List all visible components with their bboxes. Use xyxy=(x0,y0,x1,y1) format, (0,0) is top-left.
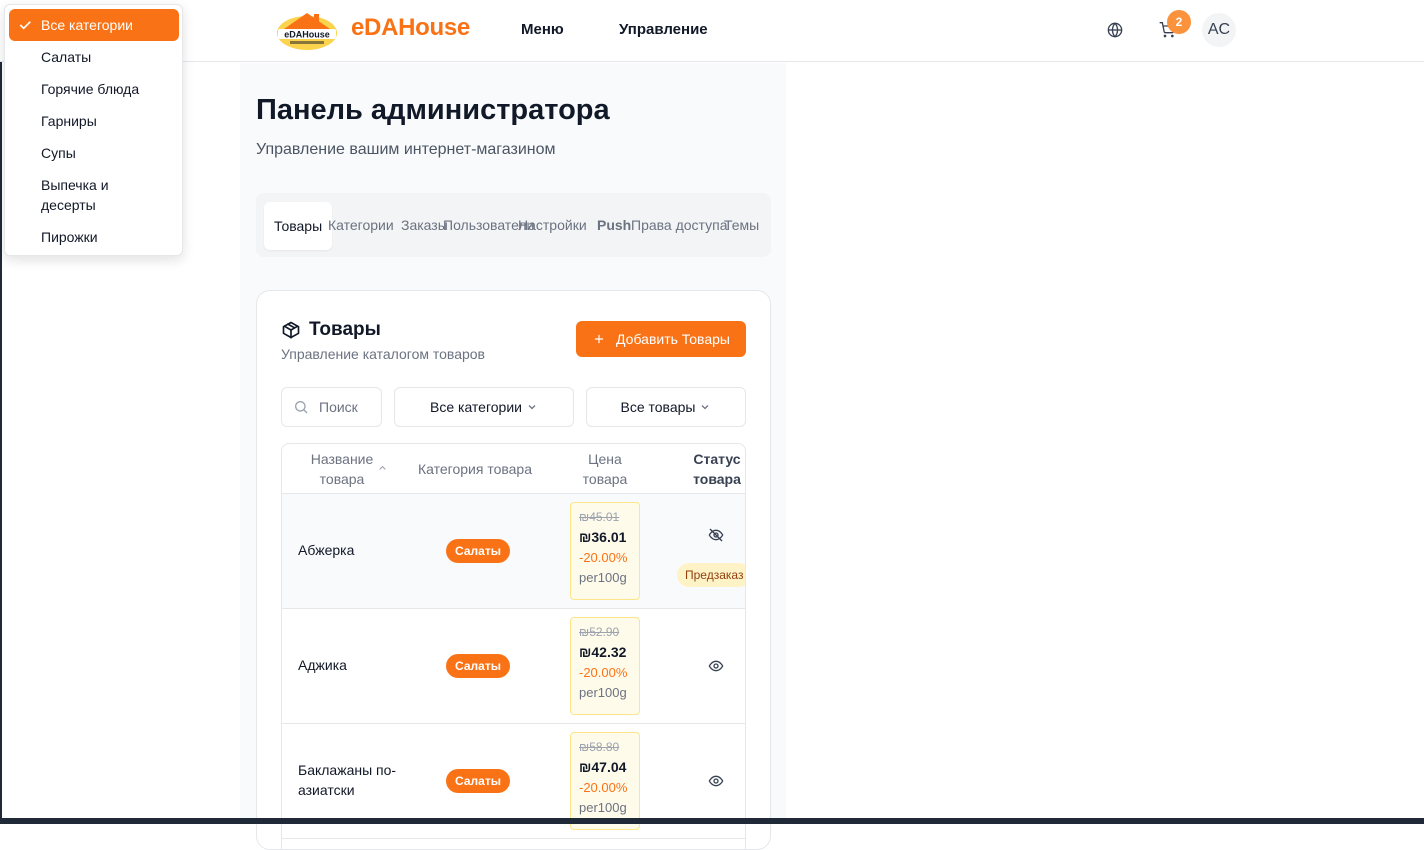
sort-asc-icon[interactable] xyxy=(379,465,386,471)
window-frame-left xyxy=(0,0,2,824)
svg-text:eDAHouse: eDAHouse xyxy=(284,30,330,40)
discount: -20.00% xyxy=(579,778,639,798)
tab-push[interactable]: Push xyxy=(597,193,631,257)
package-icon xyxy=(281,320,301,340)
dropdown-option-pies[interactable]: Пирожки xyxy=(9,227,179,247)
price-box: ₪52.90 ₪42.32 -20.00% per100g xyxy=(570,617,640,715)
add-product-label: Добавить Товары xyxy=(616,331,730,347)
old-price: ₪58.80 xyxy=(579,739,639,756)
tab-categories[interactable]: Категории xyxy=(328,193,394,257)
product-name: Абжерка xyxy=(298,540,354,560)
price-unit: per100g xyxy=(579,683,639,703)
page-subtitle: Управление вашим интернет-магазином xyxy=(256,141,556,159)
price-unit: per100g xyxy=(579,568,639,588)
status-filter-select[interactable]: Все товары xyxy=(586,387,746,427)
brand-name[interactable]: eDAHouse xyxy=(351,14,470,42)
search-placeholder: Поиск xyxy=(319,399,358,415)
chevron-down-icon xyxy=(526,401,538,413)
window-frame-bottom xyxy=(0,818,1424,824)
old-price: ₪45.01 xyxy=(579,509,639,526)
nav-management[interactable]: Управление xyxy=(619,21,708,38)
check-icon xyxy=(17,17,33,33)
products-card: Товары Управление каталогом товаров Доба… xyxy=(256,290,771,850)
products-table: Название товара Категория товара Цена то… xyxy=(281,443,746,850)
globe-icon xyxy=(1107,22,1123,38)
category-badge: Салаты xyxy=(446,654,510,678)
card-subtitle: Управление каталогом товаров xyxy=(281,346,485,362)
dropdown-option-label: Все категории xyxy=(41,15,133,35)
language-button[interactable] xyxy=(1103,18,1127,42)
current-price: ₪36.01 xyxy=(579,526,639,548)
discount: -20.00% xyxy=(579,663,639,683)
eye-icon[interactable] xyxy=(708,658,724,674)
col-header-price[interactable]: Цена товара xyxy=(570,444,640,493)
current-price: ₪47.04 xyxy=(579,756,639,778)
tab-permissions[interactable]: Права доступа xyxy=(631,193,727,257)
search-icon xyxy=(293,399,309,415)
dropdown-option-pastry-desserts[interactable]: Выпечка и десерты xyxy=(9,175,129,215)
status-filter-value: Все товары xyxy=(621,399,696,415)
top-header: eDAHouse eDAHouse Меню Управление 2 AC xyxy=(0,0,1424,62)
brand-logo[interactable]: eDAHouse xyxy=(274,9,340,51)
cart-count-badge: 2 xyxy=(1167,10,1191,34)
product-name: Аджика xyxy=(298,655,347,675)
product-name: Баклажаны по-азиатски xyxy=(298,760,398,800)
tab-products[interactable]: Товары xyxy=(264,202,332,250)
category-dropdown-menu: Все категории Салаты Горячие блюда Гарни… xyxy=(4,4,183,256)
card-title: Товары xyxy=(309,319,381,341)
col-header-status[interactable]: Статус товара xyxy=(682,444,746,493)
dropdown-option-hot-dishes[interactable]: Горячие блюда xyxy=(9,79,179,99)
table-row[interactable]: Абжерка Салаты ₪45.01 ₪36.01 -20.00% per… xyxy=(282,494,746,609)
discount: -20.00% xyxy=(579,548,639,568)
category-filter-select[interactable]: Все категории xyxy=(394,387,574,427)
old-price: ₪52.90 xyxy=(579,624,639,641)
dropdown-option-sides[interactable]: Гарниры xyxy=(9,111,179,131)
preorder-badge: Предзаказ xyxy=(677,563,746,587)
price-unit: per100g xyxy=(579,798,639,818)
table-row[interactable]: Аджика Салаты ₪52.90 ₪42.32 -20.00% per1… xyxy=(282,609,746,724)
category-filter-value: Все категории xyxy=(430,399,522,415)
dropdown-option-soups[interactable]: Супы xyxy=(9,143,179,163)
col-header-category[interactable]: Категория товара xyxy=(412,444,538,493)
price-box: ₪45.01 ₪36.01 -20.00% per100g xyxy=(570,502,640,600)
current-price: ₪42.32 xyxy=(579,641,639,663)
search-input[interactable]: Поиск xyxy=(281,387,382,427)
price-box: ₪58.80 ₪47.04 -20.00% per100g xyxy=(570,732,640,830)
chevron-down-icon xyxy=(699,401,711,413)
category-badge: Салаты xyxy=(446,539,510,563)
tab-themes[interactable]: Темы xyxy=(724,193,759,257)
tab-settings[interactable]: Настройки xyxy=(518,193,587,257)
plus-icon xyxy=(592,332,606,346)
user-avatar[interactable]: AC xyxy=(1202,13,1236,47)
eye-icon[interactable] xyxy=(708,773,724,789)
eye-off-icon[interactable] xyxy=(708,527,724,543)
nav-menu[interactable]: Меню xyxy=(521,21,564,38)
dropdown-option-all[interactable]: Все категории xyxy=(9,9,179,41)
add-product-button[interactable]: Добавить Товары xyxy=(576,321,746,357)
dropdown-option-salads[interactable]: Салаты xyxy=(9,47,179,67)
col-header-name[interactable]: Название товара xyxy=(302,444,382,493)
admin-tabs: Товары Категории Заказы Пользователи Нас… xyxy=(256,193,771,257)
page-title: Панель администратора xyxy=(256,94,610,127)
category-badge: Салаты xyxy=(446,769,510,793)
card-header: Товары xyxy=(281,319,381,341)
tab-orders[interactable]: Заказы xyxy=(401,193,448,257)
